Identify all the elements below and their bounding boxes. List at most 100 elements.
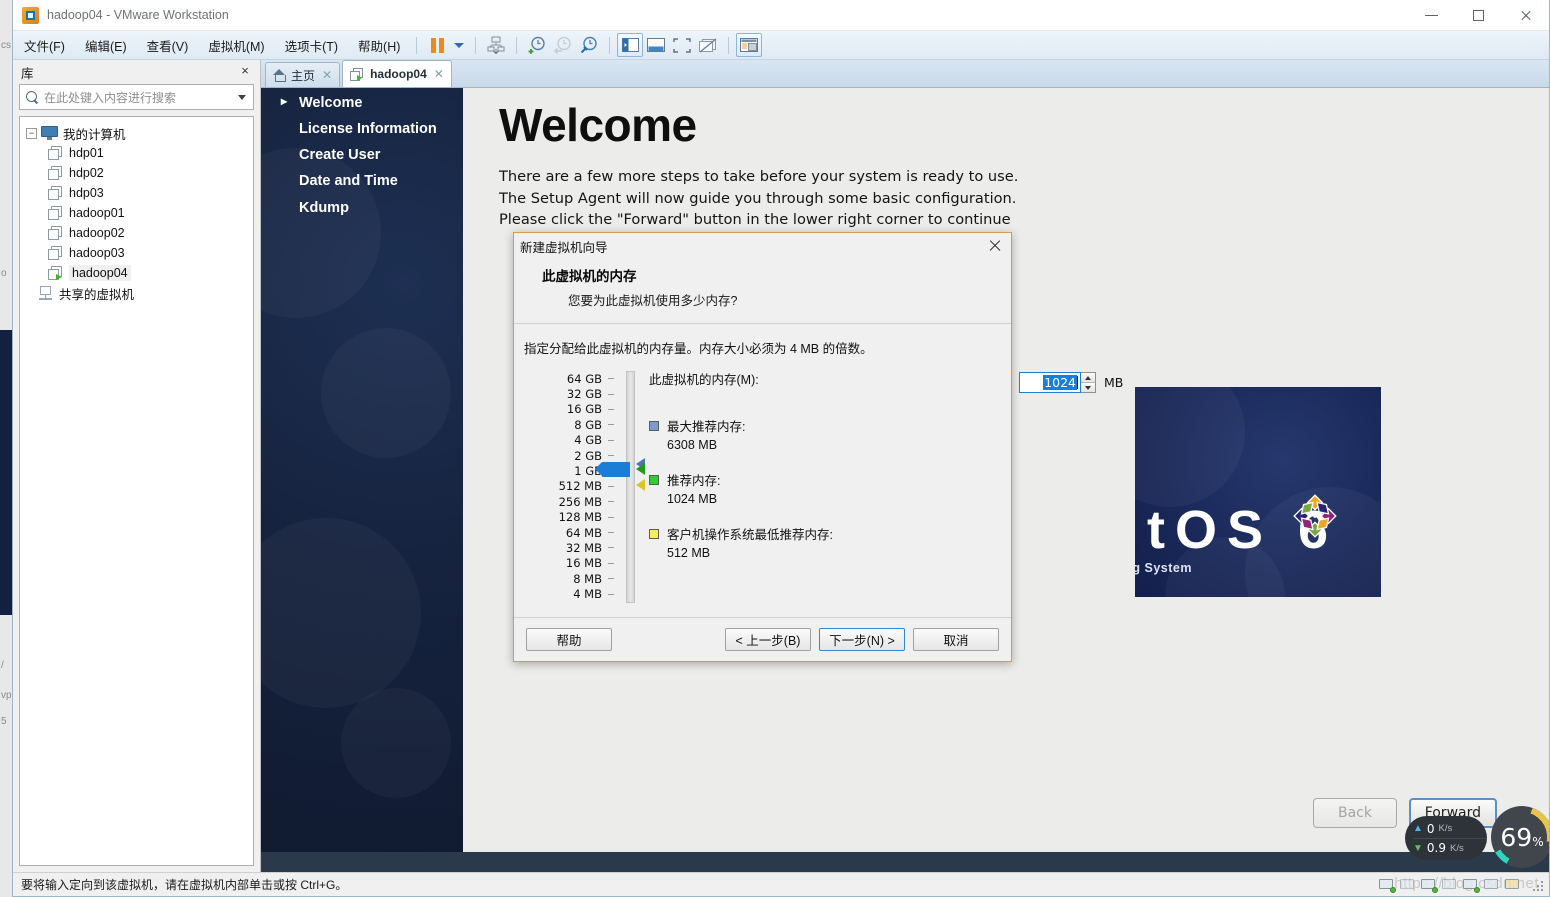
tick-mark xyxy=(608,547,614,549)
sidebar-item-hadoop04[interactable]: hadoop04 xyxy=(22,263,251,283)
fullscreen-glyph xyxy=(673,37,692,53)
take-snapshot-icon[interactable] xyxy=(524,33,550,57)
menu-view[interactable]: 查看(V) xyxy=(138,33,198,58)
upload-speed-unit: K/s xyxy=(1438,823,1453,834)
snapshot-icon[interactable] xyxy=(483,33,509,57)
minimize-button[interactable] xyxy=(1408,0,1455,31)
printer-device-icon[interactable] xyxy=(1442,878,1458,892)
tick-mark xyxy=(608,593,614,595)
stepper-up-button[interactable] xyxy=(1081,373,1095,383)
network-device-icon[interactable] xyxy=(1379,878,1396,893)
maximize-button[interactable] xyxy=(1455,0,1502,31)
cpu-usage-value: 69% xyxy=(1500,822,1544,852)
vm-running-icon xyxy=(48,266,64,280)
pause-icon[interactable] xyxy=(424,33,450,57)
cancel-button[interactable]: 取消 xyxy=(913,628,999,651)
usb-device-icon[interactable] xyxy=(1421,878,1438,893)
snapshot-manager-icon[interactable] xyxy=(576,33,602,57)
step-license-information[interactable]: License Information xyxy=(289,120,459,138)
menu-help[interactable]: 帮助(H) xyxy=(349,33,409,58)
scale-label: 16 MB xyxy=(565,556,602,571)
tick-mark xyxy=(608,424,614,426)
close-icon[interactable]: ✕ xyxy=(322,68,332,82)
scale-label: 4 MB xyxy=(573,587,602,602)
tree-node-label: 共享的虚拟机 xyxy=(59,287,135,302)
menu-file[interactable]: 文件(F) xyxy=(15,33,74,58)
step-create-user[interactable]: Create User xyxy=(289,146,459,164)
step-welcome[interactable]: Welcome xyxy=(281,94,459,112)
show-library-icon[interactable] xyxy=(617,33,644,57)
sidebar-item-hdp01[interactable]: hdp01 xyxy=(22,143,251,163)
close-icon[interactable]: ✕ xyxy=(434,67,444,81)
stepper-buttons[interactable] xyxy=(1081,372,1096,393)
network-speed-widget[interactable]: ▲ 0 K/s ▼ 0.9 K/s xyxy=(1405,816,1487,860)
close-icon[interactable]: × xyxy=(238,64,252,78)
resize-grip[interactable] xyxy=(1530,878,1543,891)
tab-hadoop04[interactable]: hadoop04 ✕ xyxy=(342,60,452,87)
library-tree[interactable]: − 我的计算机 hdp01 hdp02 hdp03 hadoop01 hadoo… xyxy=(19,116,254,866)
tick-mark xyxy=(608,532,614,534)
tick-mark xyxy=(608,408,614,410)
centos-banner: CentOS 6 Operating System xyxy=(1135,387,1381,597)
sidebar-item-hadoop02[interactable]: hadoop02 xyxy=(22,223,251,243)
close-icon[interactable] xyxy=(987,238,1003,254)
help-button[interactable]: 帮助 xyxy=(526,628,612,651)
download-speed-value: 0.9 xyxy=(1426,841,1446,855)
dropdown-caret-icon[interactable] xyxy=(450,33,468,57)
tree-node-my-computer[interactable]: − 我的计算机 xyxy=(22,123,251,143)
memory-input[interactable]: 1024 xyxy=(1019,372,1081,393)
memory-slider-thumb[interactable] xyxy=(595,462,630,477)
scale-label: 32 GB xyxy=(566,387,602,402)
tree-node-shared-vms[interactable]: 共享的虚拟机 xyxy=(22,283,251,303)
dialog-nav-buttons: < 上一步(B) 下一步(N) > 取消 xyxy=(725,628,999,651)
tab-home[interactable]: 主页 ✕ xyxy=(265,62,341,87)
cpu-usage-gauge[interactable]: 69% xyxy=(1491,806,1549,868)
tick-mark xyxy=(608,501,614,503)
download-speed-unit: K/s xyxy=(1450,842,1464,854)
menu-edit[interactable]: 编辑(E) xyxy=(76,33,136,58)
legend-title: 最大推荐内存: xyxy=(667,420,746,434)
search-input[interactable]: 在此处键入内容进行搜索 xyxy=(19,84,254,110)
legend-item-guest-os-minimum: 客户机操作系统最低推荐内存: 512 MB xyxy=(649,526,989,562)
scale-tick-row: 64 MB xyxy=(524,525,614,540)
display-device-icon[interactable] xyxy=(1505,878,1521,892)
memory-slider-track[interactable] xyxy=(626,371,635,603)
menu-tabs[interactable]: 选项卡(T) xyxy=(276,33,347,58)
close-button[interactable] xyxy=(1502,0,1549,31)
background-window-text: cs xyxy=(1,40,11,51)
vm-label: hadoop04 xyxy=(69,265,131,281)
menu-vm[interactable]: 虚拟机(M) xyxy=(199,33,273,58)
cd-device-icon[interactable] xyxy=(1400,878,1416,892)
step-date-and-time[interactable]: Date and Time xyxy=(289,172,459,190)
unity-mode-icon[interactable] xyxy=(695,33,721,57)
device-status-icons xyxy=(1379,878,1543,893)
console-view-icon[interactable] xyxy=(736,33,763,57)
sidebar-item-hdp03[interactable]: hdp03 xyxy=(22,183,251,203)
memory-legend: 最大推荐内存: 6308 MB 推荐内存: 1024 MB 客户机操作系统最低推… xyxy=(649,418,989,580)
show-thumbnails-icon[interactable] xyxy=(643,33,669,57)
maximum-recommended-swatch xyxy=(649,421,659,431)
sound-device-icon[interactable] xyxy=(1463,878,1480,893)
tree-node-label: 我的计算机 xyxy=(63,127,126,142)
fullscreen-icon[interactable] xyxy=(669,33,695,57)
sidebar-item-hadoop03[interactable]: hadoop03 xyxy=(22,243,251,263)
floppy-device-icon[interactable] xyxy=(1484,878,1500,892)
home-icon xyxy=(273,69,286,82)
stepper-down-button[interactable] xyxy=(1081,383,1095,392)
centos-banner-subtitle: Operating System xyxy=(1135,561,1192,575)
back-button[interactable]: < 上一步(B) xyxy=(725,628,811,651)
sidebar-item-hdp02[interactable]: hdp02 xyxy=(22,163,251,183)
sidebar-item-hadoop01[interactable]: hadoop01 xyxy=(22,203,251,223)
next-button[interactable]: 下一步(N) > xyxy=(819,628,905,651)
toolbar-separator-5 xyxy=(728,36,730,54)
scale-tick-row: 32 GB xyxy=(524,386,614,401)
step-kdump[interactable]: Kdump xyxy=(289,199,459,217)
back-button[interactable]: Back xyxy=(1313,798,1397,828)
recommended-swatch xyxy=(649,475,659,485)
collapse-icon[interactable]: − xyxy=(26,127,37,139)
new-vm-wizard-dialog[interactable]: 新建虚拟机向导 此虚拟机的内存 您要为此虚拟机使用多少内存? 指定分配给此虚拟机… xyxy=(513,232,1123,662)
memory-stepper[interactable]: 1024 MB xyxy=(1019,372,1123,393)
upload-arrow-icon: ▲ xyxy=(1413,823,1423,834)
chevron-down-icon[interactable] xyxy=(238,94,246,100)
memory-input-row: 此虚拟机的内存(M): 1024 MB xyxy=(649,369,1123,393)
